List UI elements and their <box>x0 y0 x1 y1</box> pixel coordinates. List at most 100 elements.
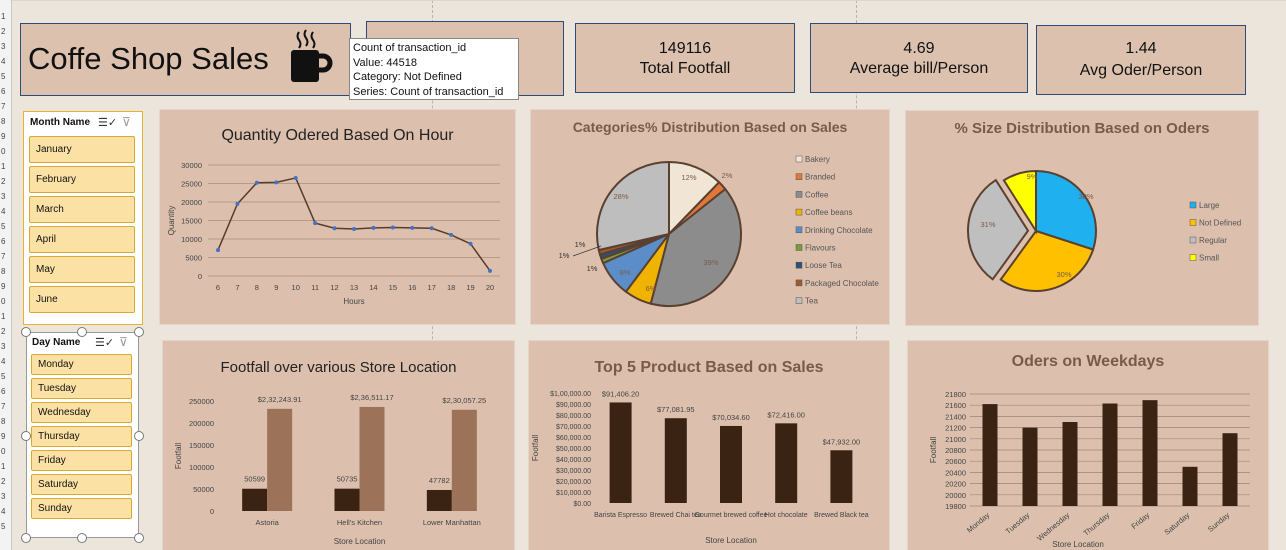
row-number[interactable]: 4 <box>1 507 5 516</box>
y-tick-label: 30000 <box>181 161 202 170</box>
row-number[interactable]: 6 <box>1 237 5 246</box>
data-point <box>468 241 473 246</box>
pie-slice <box>596 160 670 252</box>
chart-panel-size[interactable]: % Size Distribution Based on Oders 30% 30… <box>906 111 1258 325</box>
data-point <box>429 226 434 231</box>
row-number[interactable]: 8 <box>1 117 5 126</box>
slicer-item-sunday[interactable]: Sunday <box>31 498 132 519</box>
row-number[interactable]: 0 <box>1 447 5 456</box>
resize-handle[interactable] <box>77 327 87 337</box>
chart-tooltip: Count of transaction_id Value: 44518 Cat… <box>349 38 519 100</box>
bar <box>359 406 385 511</box>
pie-chart[interactable]: 30% 30% 31% 9% Large Not Defined Regular Small <box>906 111 1258 325</box>
row-number[interactable]: 7 <box>1 102 5 111</box>
row-number[interactable]: 7 <box>1 402 5 411</box>
grid-line <box>12 0 1286 1</box>
slicer-item-friday[interactable]: Friday <box>31 450 132 471</box>
kpi-value: 1.44 <box>1125 40 1157 57</box>
row-number[interactable]: 5 <box>1 372 5 381</box>
data-label: 1% <box>587 264 598 273</box>
row-number[interactable]: 0 <box>1 147 5 156</box>
row-number[interactable]: 1 <box>1 312 5 321</box>
row-number[interactable]: 4 <box>1 357 5 366</box>
resize-handle[interactable] <box>21 327 31 337</box>
row-number[interactable]: 0 <box>1 297 5 306</box>
slicer-item-february[interactable]: February <box>29 166 135 193</box>
resize-handle[interactable] <box>134 431 144 441</box>
row-number[interactable]: 4 <box>1 207 5 216</box>
y-tick-label: 0 <box>210 507 214 516</box>
x-tick-label: Lower Manhattan <box>423 518 481 527</box>
multi-select-icon[interactable]: ☰✓ <box>95 336 114 349</box>
bar-chart[interactable]: 19800 20000 20200 20400 20600 20800 21000 21200… <box>908 341 1268 550</box>
slicer-item-march[interactable]: March <box>29 196 135 223</box>
kpi-label: Average bill/Person <box>849 60 989 77</box>
slicer-item-saturday[interactable]: Saturday <box>31 474 132 495</box>
row-number[interactable]: 9 <box>1 132 5 141</box>
slicer-item-april[interactable]: April <box>29 226 135 253</box>
chart-panel-categories[interactable]: Categories% Distribution Based on Sales … <box>531 110 889 324</box>
bar <box>775 423 798 503</box>
slicer-item-june[interactable]: June <box>29 286 135 313</box>
row-number[interactable]: 1 <box>1 162 5 171</box>
data-label: 28% <box>613 192 628 201</box>
clear-filter-icon[interactable]: ⊽ <box>122 115 131 129</box>
y-tick-label: 25000 <box>181 180 202 189</box>
bar-chart[interactable]: 0 50000 100000 150000 200000 250000 50599 $2,32… <box>163 341 514 550</box>
slicer-item-may[interactable]: May <box>29 256 135 283</box>
row-number[interactable]: 9 <box>1 282 5 291</box>
row-number[interactable]: 5 <box>1 222 5 231</box>
data-label: 9% <box>1027 172 1038 181</box>
row-number[interactable]: 2 <box>1 27 5 36</box>
row-number[interactable]: 2 <box>1 177 5 186</box>
clear-filter-icon[interactable]: ⊽ <box>119 335 128 349</box>
resize-handle[interactable] <box>77 533 87 543</box>
slicer-item-thursday[interactable]: Thursday <box>31 426 132 447</box>
resize-handle[interactable] <box>21 533 31 543</box>
resize-handle[interactable] <box>21 431 31 441</box>
row-number[interactable]: 1 <box>1 12 5 21</box>
slicer-item-january[interactable]: January <box>29 136 135 163</box>
row-number[interactable]: 3 <box>1 192 5 201</box>
row-number[interactable]: 5 <box>1 522 5 531</box>
row-number[interactable]: 2 <box>1 327 5 336</box>
chart-panel-products[interactable]: Top 5 Product Based on Sales $0.00 $10,00… <box>529 341 889 550</box>
row-number[interactable]: 9 <box>1 432 5 441</box>
row-number[interactable]: 6 <box>1 387 5 396</box>
data-label: 1% <box>559 251 570 260</box>
row-number[interactable]: 1 <box>1 462 5 471</box>
row-number[interactable]: 3 <box>1 342 5 351</box>
x-tick-label: 7 <box>235 283 239 292</box>
resize-handle[interactable] <box>134 533 144 543</box>
row-number[interactable]: 8 <box>1 417 5 426</box>
row-number[interactable]: 5 <box>1 72 5 81</box>
kpi-label: Total Footfall <box>639 60 731 77</box>
row-number[interactable]: 4 <box>1 57 5 66</box>
slicer-item-tuesday[interactable]: Tuesday <box>31 378 132 399</box>
data-label: 1% <box>575 240 586 249</box>
chart-panel-weekdays[interactable]: Oders on Weekdays 19800 20000 20200 20400 20… <box>908 341 1268 550</box>
chart-panel-hourly[interactable]: Quantity Odered Based On Hour 0 5000 10000… <box>160 110 515 324</box>
x-tick-label: Barista Espresso <box>594 512 647 519</box>
row-number[interactable]: 7 <box>1 252 5 261</box>
line-chart[interactable]: 0 5000 10000 15000 20000 25000 30000 6 7 8 9 10 11 12… <box>160 110 515 324</box>
row-number[interactable]: 2 <box>1 477 5 486</box>
chart-panel-footfall[interactable]: Footfall over various Store Location 0 50… <box>163 341 514 550</box>
row-number[interactable]: 8 <box>1 267 5 276</box>
row-number[interactable]: 6 <box>1 87 5 96</box>
coffee-cup-icon <box>289 28 333 86</box>
bar <box>1022 427 1038 506</box>
x-tick-label: Tuesday <box>1004 510 1032 535</box>
resize-handle[interactable] <box>134 327 144 337</box>
multi-select-icon[interactable]: ☰✓ <box>98 116 117 129</box>
row-number[interactable]: 3 <box>1 42 5 51</box>
y-tick-label: 21000 <box>945 435 966 444</box>
row-number[interactable]: 3 <box>1 492 5 501</box>
x-tick-label: 9 <box>274 283 278 292</box>
slicer-item-wednesday[interactable]: Wednesday <box>31 402 132 423</box>
slicer-item-monday[interactable]: Monday <box>31 354 132 375</box>
pie-chart[interactable]: 12% 2% 39% 6% 8% 28% Bakery Branded Coffee Coffee… <box>531 110 889 324</box>
bar-chart[interactable]: $0.00 $10,000.00 $20,000.00 $30,000.00 $40,0… <box>529 341 889 550</box>
series-line <box>217 177 491 272</box>
y-tick-label: 15000 <box>181 217 202 226</box>
